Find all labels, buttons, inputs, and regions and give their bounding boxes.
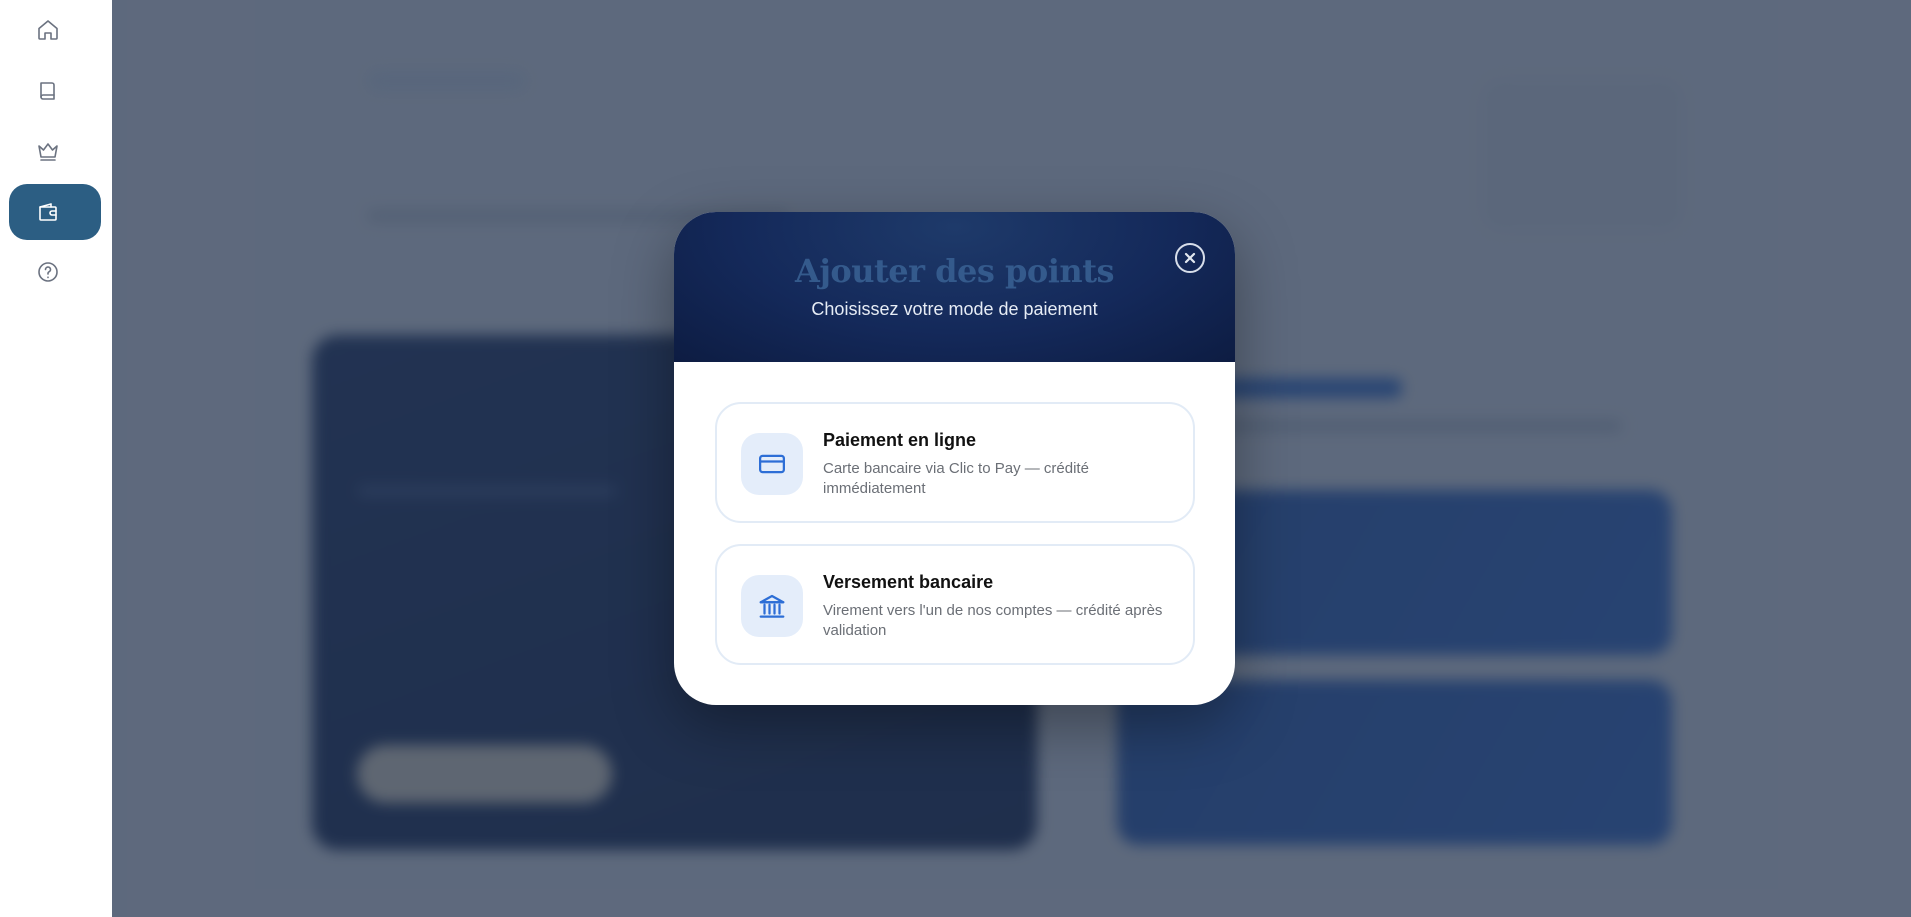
help-circle-icon — [38, 262, 58, 282]
sidebar-item-help[interactable] — [9, 244, 101, 300]
sidebar-item-book[interactable] — [9, 63, 101, 119]
option-description: Carte bancaire via Clic to Pay — crédité… — [823, 460, 1089, 497]
online-payment-option[interactable]: Paiement en ligne Carte bancaire via Cli… — [715, 402, 1195, 523]
close-button[interactable] — [1175, 243, 1205, 273]
option-title: Versement bancaire — [823, 572, 994, 592]
close-icon — [1184, 252, 1196, 264]
modal-title: Ajouter des points — [795, 252, 1114, 290]
credit-card-icon — [759, 454, 785, 474]
option-title: Paiement en ligne — [823, 430, 977, 450]
bank-transfer-option[interactable]: Versement bancaire Virement vers l'un de… — [715, 544, 1195, 665]
sidebar-item-wallet[interactable] — [9, 184, 101, 240]
sidebar-item-crown[interactable] — [9, 123, 101, 179]
sidebar — [0, 0, 112, 917]
book-icon — [40, 82, 55, 100]
option-description: Virement vers l'un de nos comptes — créd… — [823, 602, 1163, 639]
modal-subtitle: Choisissez votre mode de paiement — [811, 299, 1098, 319]
home-icon — [38, 20, 58, 40]
bank-icon-tile — [741, 575, 803, 637]
modal-header: Ajouter des points Choisissez votre mode… — [674, 212, 1235, 362]
credit-card-icon-tile — [741, 433, 803, 495]
wallet-icon — [39, 203, 57, 221]
bank-icon — [759, 594, 785, 618]
crown-icon — [38, 143, 58, 161]
add-points-modal: Ajouter des points Choisissez votre mode… — [674, 212, 1235, 705]
sidebar-item-home[interactable] — [9, 2, 101, 58]
